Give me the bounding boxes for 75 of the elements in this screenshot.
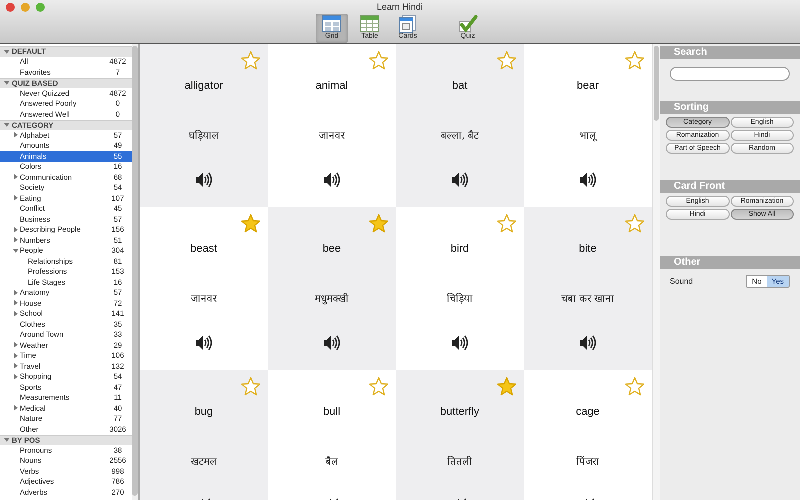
scrollbar[interactable] <box>132 44 138 500</box>
english-word: bite <box>579 243 597 255</box>
english-word: bug <box>194 406 214 418</box>
english-word: bull <box>323 406 341 418</box>
word-card[interactable]: bug खटमल <box>140 370 268 500</box>
window-title: Learn Hindi <box>376 2 424 13</box>
word-card[interactable]: butterfly तितली <box>396 370 524 500</box>
star-icon[interactable] <box>497 214 517 233</box>
hindi-word: घड़ियाल <box>189 129 219 142</box>
star-icon[interactable] <box>241 377 261 396</box>
word-card[interactable]: bite चबा कर खाना <box>524 207 652 370</box>
speaker-icon[interactable] <box>450 172 470 188</box>
expanded-triangle-icon <box>4 80 10 86</box>
english-word: cage <box>576 406 600 418</box>
word-card[interactable]: bee मधुमक्खी <box>268 207 396 370</box>
table-icon <box>360 15 380 33</box>
expanded-triangle-icon <box>4 437 10 444</box>
section-header: Sorting <box>660 101 800 114</box>
expanded-triangle-icon <box>4 48 10 55</box>
star-icon[interactable] <box>625 214 645 233</box>
hindi-word: खटमल <box>191 456 217 468</box>
scrollbar[interactable] <box>652 44 660 500</box>
expanded-triangle-icon <box>13 248 19 254</box>
cards-icon <box>398 15 418 33</box>
collapsed-triangle-icon <box>13 405 19 412</box>
sound-label: Sound <box>670 277 694 286</box>
star-icon[interactable] <box>369 377 389 396</box>
speaker-icon[interactable] <box>194 172 214 188</box>
hindi-word: बल्ला, बैट <box>440 129 480 142</box>
speaker-icon[interactable] <box>578 335 598 351</box>
word-card[interactable]: bat बल्ला, बैट <box>396 44 524 207</box>
hindi-word: जानवर <box>319 130 345 142</box>
section-header: Card Front <box>660 180 800 193</box>
minimize-button[interactable] <box>21 3 30 12</box>
hindi-word: पिंजरा <box>576 455 600 468</box>
hindi-word: तितली <box>448 455 472 468</box>
english-word: bear <box>576 80 600 92</box>
expanded-triangle-icon <box>4 122 10 128</box>
collapsed-triangle-icon <box>13 195 19 202</box>
english-word: alligator <box>184 80 224 92</box>
speaker-icon[interactable] <box>322 335 342 351</box>
english-word: bird <box>450 243 470 255</box>
filled-star-icon[interactable] <box>241 214 261 233</box>
checkmark-icon <box>458 15 478 33</box>
collapsed-triangle-icon <box>13 132 19 138</box>
speaker-icon[interactable] <box>578 172 598 188</box>
zoom-button[interactable] <box>36 3 45 12</box>
english-word: bee <box>322 243 342 255</box>
search-field[interactable] <box>670 67 790 81</box>
speaker-icon[interactable] <box>322 172 342 188</box>
hindi-word: मधुमक्खी <box>315 292 349 305</box>
hindi-word: बैल <box>326 455 338 468</box>
filled-star-icon[interactable] <box>497 377 517 396</box>
star-icon[interactable] <box>625 51 645 70</box>
hindi-word: चिड़िया <box>447 292 473 305</box>
star-icon[interactable] <box>497 51 517 70</box>
section-header: Search <box>660 46 800 59</box>
collapsed-triangle-icon <box>13 174 19 180</box>
word-card[interactable]: alligator घड़ियाल <box>140 44 268 207</box>
english-word: bat <box>452 80 468 92</box>
speaker-icon[interactable] <box>194 335 214 351</box>
english-word: beast <box>190 243 218 255</box>
hindi-word: चबा कर खाना <box>561 293 615 305</box>
english-word: animal <box>316 80 348 92</box>
star-icon[interactable] <box>625 377 645 396</box>
section-header: Other <box>660 256 800 269</box>
grid-icon <box>322 15 342 33</box>
hindi-word: भालू <box>580 130 596 142</box>
star-icon[interactable] <box>241 51 261 70</box>
close-button[interactable] <box>6 3 15 12</box>
english-word: butterfly <box>440 406 480 418</box>
hindi-word: जानवर <box>191 293 217 305</box>
star-icon[interactable] <box>369 51 389 70</box>
speaker-icon[interactable] <box>450 335 470 351</box>
filled-star-icon[interactable] <box>369 214 389 233</box>
